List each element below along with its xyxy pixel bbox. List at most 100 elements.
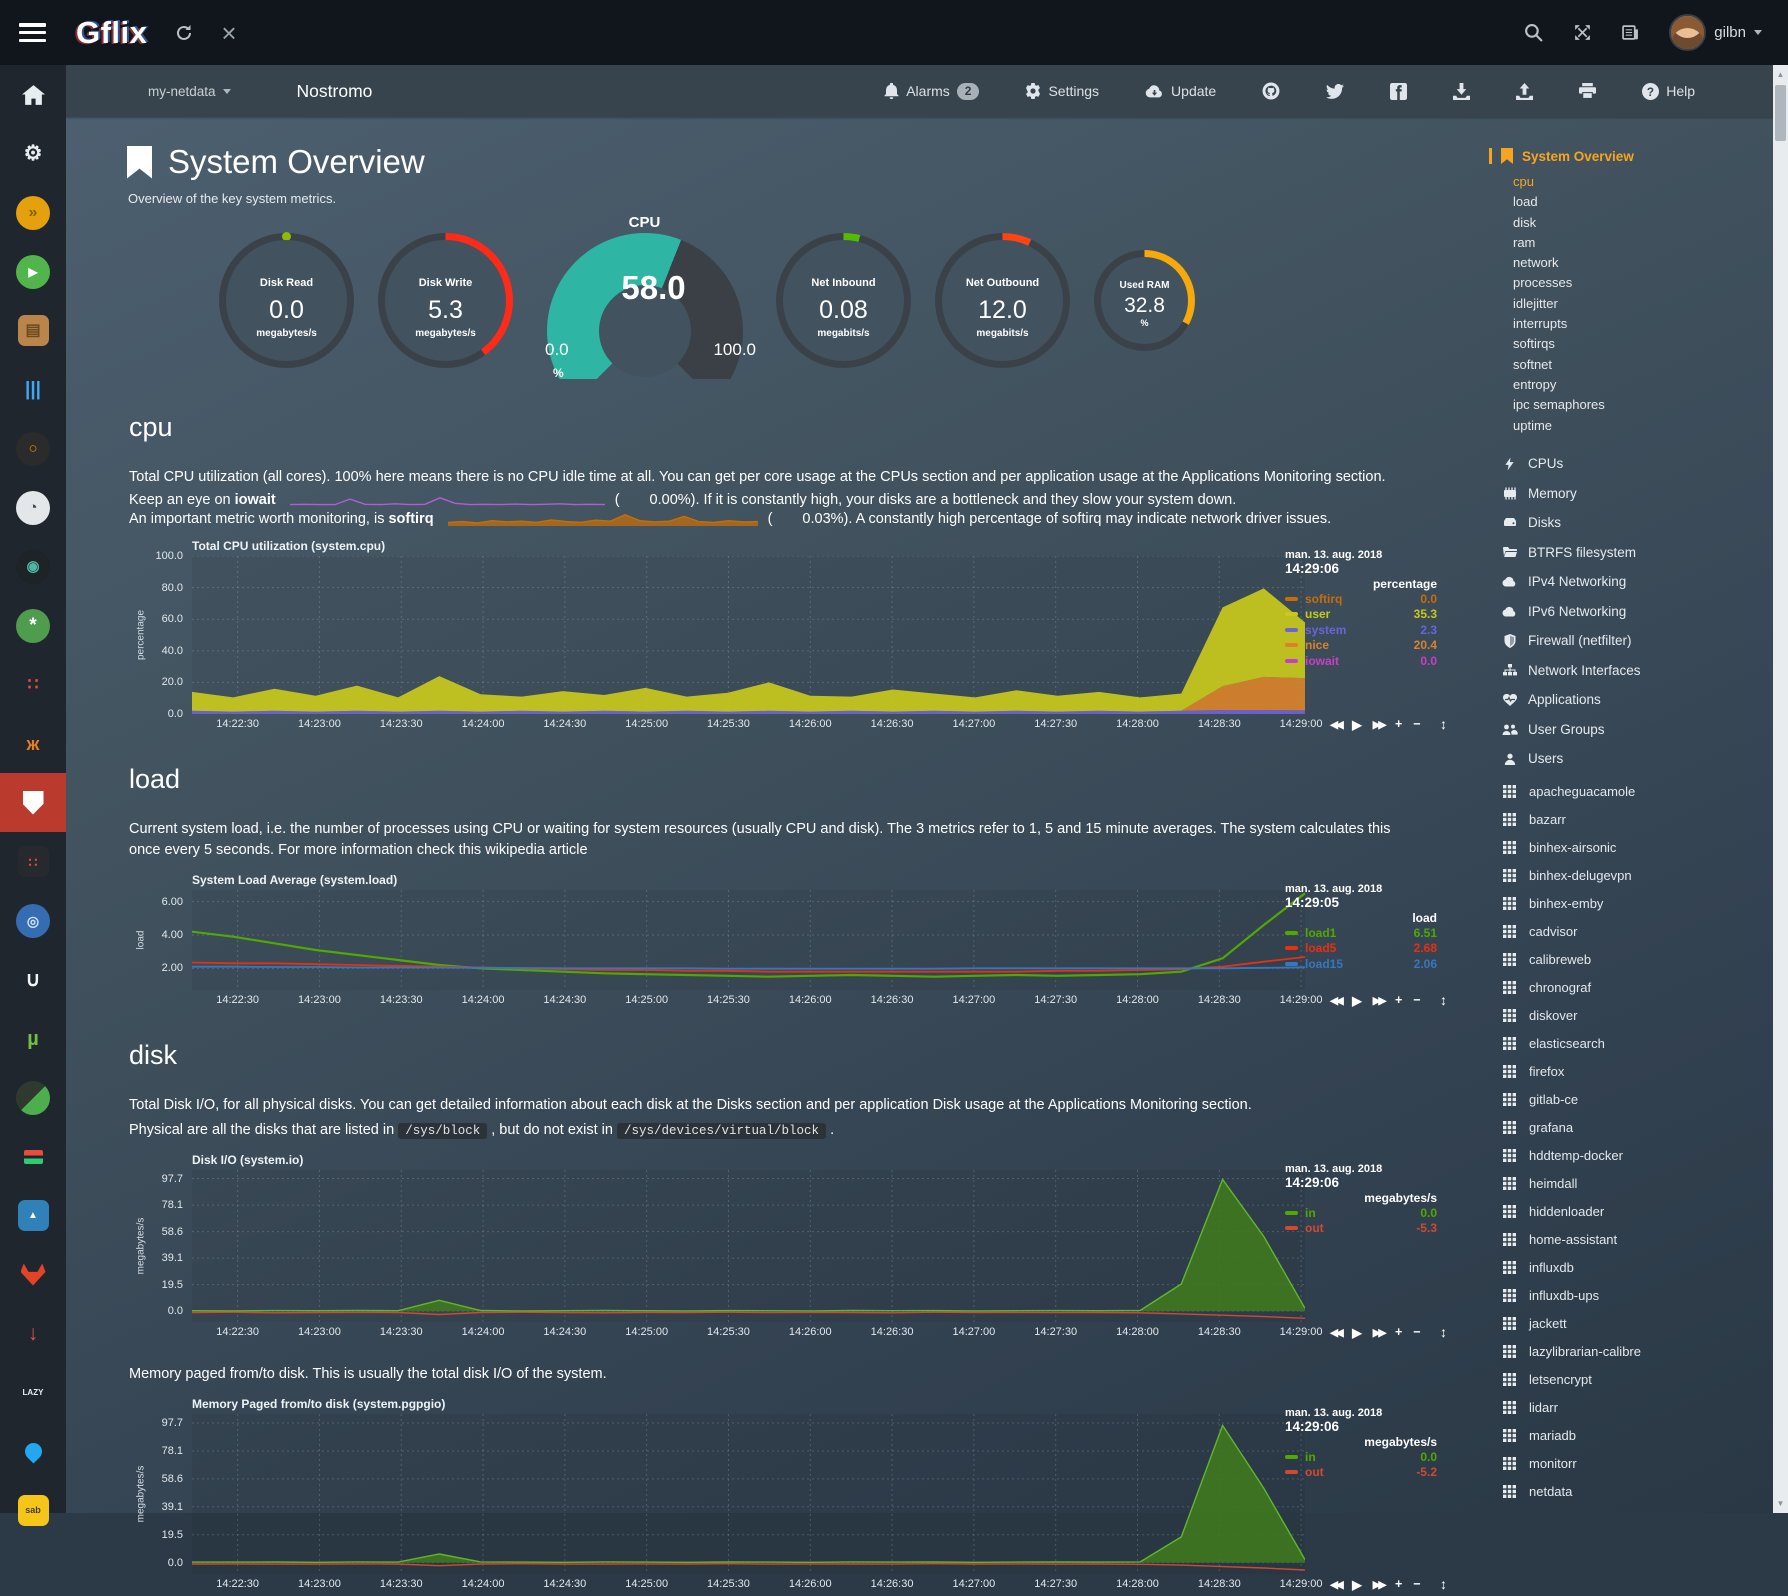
legend-item-system[interactable]: system2.3 — [1285, 622, 1437, 638]
chart-resize-handle[interactable]: ↕ — [1440, 1324, 1447, 1340]
chart-zoom-in-button[interactable]: + — [1395, 717, 1402, 732]
chart-skip-back-button[interactable]: ◀◀ — [1330, 1325, 1341, 1340]
dots-tile-icon[interactable]: ∷ — [0, 832, 66, 891]
nav-item-disk[interactable]: disk — [1513, 213, 1773, 233]
nav-container-apacheguacamole[interactable]: apacheguacamole — [1501, 777, 1773, 805]
equalizer-icon[interactable]: ||| — [0, 360, 66, 419]
legend-item-load1[interactable]: load16.51 — [1285, 925, 1437, 941]
organizr-tab-icon[interactable]: ▲ — [0, 1186, 66, 1245]
refresh-icon[interactable] — [175, 24, 193, 42]
nav-item-softnet[interactable]: softnet — [1513, 355, 1773, 375]
help-button[interactable]: ? Help — [1619, 83, 1718, 100]
scatter-icon[interactable]: ∷ — [0, 655, 66, 714]
nav-section-firewall-netfilter-[interactable]: Firewall (netfilter) — [1501, 626, 1773, 656]
legend-item-iowait[interactable]: iowait0.0 — [1285, 653, 1437, 669]
utorrent-icon[interactable]: µ — [0, 1009, 66, 1068]
iowait-sparkline[interactable] — [290, 493, 605, 508]
unraid-icon[interactable]: ∪ — [0, 950, 66, 1009]
nav-container-monitorr[interactable]: monitorr — [1501, 1449, 1773, 1477]
chart-skip-back-button[interactable]: ◀◀ — [1330, 993, 1341, 1008]
chart-resize-handle[interactable]: ↕ — [1440, 716, 1447, 732]
chart-play-button[interactable]: ▶ — [1352, 993, 1362, 1008]
shield-active-icon[interactable] — [0, 773, 66, 832]
nav-section-network-interfaces[interactable]: Network Interfaces — [1501, 655, 1773, 685]
legend-item-softirq[interactable]: softirq0.0 — [1285, 591, 1437, 607]
nav-container-influxdb-ups[interactable]: influxdb-ups — [1501, 1281, 1773, 1309]
lidarr-icon[interactable]: ◉ — [0, 537, 66, 596]
chart-skip-fwd-button[interactable]: ▶▶ — [1373, 1325, 1384, 1340]
get-arrow-icon[interactable]: ↓ — [0, 1304, 66, 1363]
user-menu[interactable]: gilbn — [1669, 14, 1762, 51]
chart-skip-fwd-button[interactable]: ▶▶ — [1373, 1577, 1384, 1592]
chart-zoom-in-button[interactable]: + — [1395, 1325, 1402, 1340]
nav-section-btrfs-filesystem[interactable]: BTRFS filesystem — [1501, 537, 1773, 567]
nav-container-jackett[interactable]: jackett — [1501, 1309, 1773, 1337]
sabnzbd-icon[interactable]: sab — [0, 1481, 66, 1540]
legend-item-nice[interactable]: nice20.4 — [1285, 638, 1437, 654]
nav-system-overview[interactable]: System Overview — [1489, 148, 1773, 164]
nav-section-disks[interactable]: Disks — [1501, 508, 1773, 538]
nav-section-memory[interactable]: Memory — [1501, 478, 1773, 508]
chart-resize-handle[interactable]: ↕ — [1440, 992, 1447, 1008]
scroll-down-arrow[interactable]: ▼ — [1773, 1499, 1788, 1508]
nav-section-ipv4-networking[interactable]: IPv4 Networking — [1501, 567, 1773, 597]
ombi-icon[interactable]: ◔ — [0, 478, 66, 537]
nav-section-cpus[interactable]: CPUs — [1501, 449, 1773, 479]
legend-item-load5[interactable]: load52.68 — [1285, 941, 1437, 957]
duplicati-icon[interactable] — [0, 1068, 66, 1127]
search-icon[interactable] — [1524, 23, 1543, 42]
chart-zoom-out-button[interactable]: − — [1413, 717, 1420, 732]
nav-container-mariadb[interactable]: mariadb — [1501, 1421, 1773, 1449]
load-chart-canvas[interactable] — [192, 890, 1305, 990]
nav-item-cpu[interactable]: cpu — [1513, 172, 1773, 192]
nav-container-hiddenloader[interactable]: hiddenloader — [1501, 1197, 1773, 1225]
alarms-button[interactable]: Alarms 2 — [861, 83, 1002, 100]
news-icon[interactable] — [1622, 24, 1639, 41]
nav-item-idlejitter[interactable]: idlejitter — [1513, 294, 1773, 314]
nav-item-softirqs[interactable]: softirqs — [1513, 334, 1773, 354]
nav-item-network[interactable]: network — [1513, 253, 1773, 273]
chart-play-button[interactable]: ▶ — [1352, 1577, 1362, 1592]
bug-icon[interactable]: ж — [0, 714, 66, 773]
disk-chart-canvas[interactable] — [192, 1170, 1305, 1322]
chart-play-button[interactable]: ▶ — [1352, 1325, 1362, 1340]
nav-container-diskover[interactable]: diskover — [1501, 1001, 1773, 1029]
chart-zoom-out-button[interactable]: − — [1413, 993, 1420, 1008]
plex-icon[interactable]: » — [0, 183, 66, 242]
nav-item-entropy[interactable]: entropy — [1513, 375, 1773, 395]
tautulli-icon[interactable]: * — [0, 596, 66, 655]
chart-skip-fwd-button[interactable]: ▶▶ — [1373, 993, 1384, 1008]
update-button[interactable]: Update — [1122, 83, 1239, 99]
jail-icon[interactable]: ▤ — [0, 301, 66, 360]
nav-item-load[interactable]: load — [1513, 192, 1773, 212]
chart-zoom-out-button[interactable]: − — [1413, 1325, 1420, 1340]
deluge-icon[interactable]: ◎ — [0, 891, 66, 950]
server-dropdown[interactable]: my-netdata — [148, 84, 231, 99]
lazylibrarian-icon[interactable]: LAZY — [0, 1363, 66, 1422]
home-icon[interactable] — [0, 65, 66, 124]
chart-play-button[interactable]: ▶ — [1352, 717, 1362, 732]
nav-section-applications[interactable]: Applications — [1501, 685, 1773, 715]
jackett-icon[interactable]: ○ — [0, 419, 66, 478]
nav-container-lidarr[interactable]: lidarr — [1501, 1393, 1773, 1421]
cpu-chart-canvas[interactable] — [192, 556, 1305, 714]
nav-section-user-groups[interactable]: User Groups — [1501, 714, 1773, 744]
scrollbar[interactable]: ▲ ▼ — [1773, 65, 1788, 1513]
nav-item-interrupts[interactable]: interrupts — [1513, 314, 1773, 334]
close-tab-icon[interactable]: × — [221, 20, 236, 46]
nav-item-ipc-semaphores[interactable]: ipc semaphores — [1513, 395, 1773, 415]
nav-container-binhex-delugevpn[interactable]: binhex-delugevpn — [1501, 861, 1773, 889]
chart-skip-fwd-button[interactable]: ▶▶ — [1373, 717, 1384, 732]
chart-zoom-in-button[interactable]: + — [1395, 993, 1402, 1008]
gitlab-icon[interactable] — [0, 1245, 66, 1304]
emby-icon[interactable]: ▶ — [0, 242, 66, 301]
nav-container-binhex-airsonic[interactable]: binhex-airsonic — [1501, 833, 1773, 861]
legend-item-in[interactable]: in0.0 — [1285, 1449, 1437, 1465]
settings-button[interactable]: Settings — [1002, 83, 1122, 99]
nav-section-users[interactable]: Users — [1501, 744, 1773, 774]
pgpgio-chart-canvas[interactable] — [192, 1414, 1305, 1574]
chart-skip-back-button[interactable]: ◀◀ — [1330, 1577, 1341, 1592]
gauge-net-inbound[interactable]: Net Inbound0.08megabits/s — [776, 233, 911, 368]
gauge-used-ram[interactable]: Used RAM32.8% — [1094, 250, 1195, 351]
settings-gear-icon[interactable]: ⚙ — [0, 124, 66, 183]
